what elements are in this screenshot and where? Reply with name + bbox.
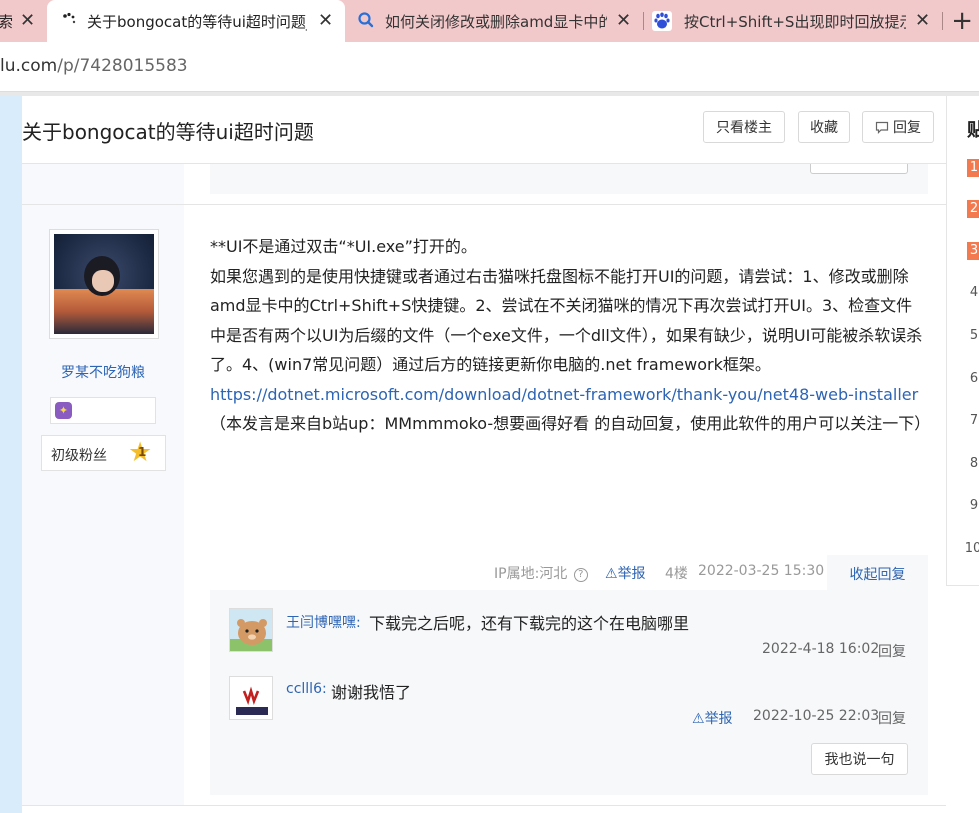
reply-time: 2022-4-18 16:02 <box>762 641 880 657</box>
post-line: **UI不是通过双击“*UI.exe”打开的。 <box>210 237 477 256</box>
reply-time: 2022-10-25 22:03 <box>753 708 880 724</box>
favorite-button[interactable]: 收藏 <box>798 111 850 143</box>
warning-icon: ⚠ <box>692 711 705 727</box>
reply-user[interactable]: cclll6: <box>286 681 327 697</box>
dotnet-link[interactable]: https://dotnet.microsoft.com/download/do… <box>210 385 918 404</box>
url-path: /p/7428015583 <box>57 56 188 76</box>
fan-level-badge[interactable]: 初级粉丝 ★ 1 <box>41 435 166 471</box>
post-paragraph: 如果您遇到的是使用快捷键或者通过右击猫咪托盘图标不能打开UI的问题，请尝试：1、… <box>210 262 925 410</box>
only-op-label: 只看楼主 <box>716 120 772 136</box>
reply-action[interactable]: 回复 <box>878 641 906 661</box>
post-text: 如果您遇到的是使用快捷键或者通过右击猫咪托盘图标不能打开UI的问题，请尝试：1、… <box>210 266 923 375</box>
browser-tab-search[interactable]: 索 ✕ <box>0 0 46 42</box>
rank-number: 1 <box>967 159 979 177</box>
rank-number: 5 <box>969 328 979 343</box>
warning-icon: ⚠ <box>605 566 618 582</box>
tab-separator <box>942 12 943 30</box>
address-bar[interactable]: lu.com/p/7428015583 <box>0 42 979 92</box>
medal-icon: ✦ <box>55 402 72 419</box>
browser-tab-bongocat[interactable]: 关于bongocat的等待ui超时问题_ ✕ <box>47 0 345 42</box>
post-content: **UI不是通过双击“*UI.exe”打开的。 如果您遇到的是使用快捷键或者通过… <box>210 232 931 439</box>
previous-say-button[interactable] <box>810 164 908 174</box>
report-label: 举报 <box>617 566 646 582</box>
favorite-label: 收藏 <box>810 120 838 136</box>
search-icon <box>357 11 375 29</box>
tab-title: 关于bongocat的等待ui超时问题_ <box>87 13 307 31</box>
url-host: lu.com <box>0 56 58 76</box>
browser-tab-bar: 索 ✕ 关于bongocat的等待ui超时问题_ ✕ 如何关闭修改或删除amd显… <box>0 0 979 42</box>
page-left-background <box>0 96 22 813</box>
browser-tab-amd[interactable]: 如何关闭修改或删除amd显卡中的 ✕ <box>345 0 642 42</box>
post-time: 2022-03-25 15:30 <box>698 563 825 579</box>
url-text[interactable]: lu.com/p/7428015583 <box>0 56 188 76</box>
browser-tab-ctrl-shift-s[interactable]: 按Ctrl+Shift+S出现即时回放提示 ✕ <box>644 0 941 42</box>
reply-avatar[interactable] <box>229 676 273 720</box>
ip-location: IP属地:河北 ? <box>494 563 588 583</box>
ip-text: IP属地:河北 <box>494 566 568 582</box>
rank-number: 7 <box>969 413 979 428</box>
reply-text: 下载完之后呢，还有下载完的这个在电脑哪里 <box>369 614 690 633</box>
help-icon[interactable]: ? <box>573 568 588 582</box>
floor-number: 4楼 <box>665 566 688 582</box>
level-number: 1 <box>138 445 147 459</box>
thread-title: 关于bongocat的等待ui超时问题 <box>22 120 314 144</box>
rank-number: 6 <box>969 371 979 386</box>
sidebar-title: 贴 <box>967 120 979 141</box>
post-author-column: 罗某不吃狗粮 ✦ 初级粉丝 ★ 1 <box>22 205 184 805</box>
rank-number: 10 <box>964 541 979 556</box>
close-tab-icon[interactable]: ✕ <box>616 10 631 31</box>
hot-threads-sidebar: 贴 1 2 3 4 5 6 7 8 9 10 <box>946 96 979 586</box>
collapse-reply-label: 收起回复 <box>849 566 906 583</box>
baidu-paw-icon <box>652 11 672 31</box>
report-label: 举报 <box>704 711 733 727</box>
thread-title-bar: 关于bongocat的等待ui超时问题 只看楼主 收藏 回复 <box>22 96 946 164</box>
report-link[interactable]: ⚠举报 <box>692 708 733 728</box>
close-tab-icon[interactable]: ✕ <box>20 10 35 31</box>
close-tab-icon[interactable]: ✕ <box>915 10 930 31</box>
reply-user[interactable]: 王闫博嘿嘿: <box>286 612 361 632</box>
reply-action[interactable]: 回复 <box>878 708 906 728</box>
tab-title: 索 <box>0 13 14 31</box>
previous-post-author-column <box>22 164 184 204</box>
close-tab-icon[interactable]: ✕ <box>318 10 333 31</box>
avatar-image <box>54 234 154 334</box>
post-footer-note: （本发言是来自b站up：MMmmmoko-想要画得好看 的自动回复，使用此软件的… <box>210 414 931 433</box>
author-avatar[interactable] <box>49 229 159 339</box>
rank-number: 3 <box>967 242 979 260</box>
rank-number: 8 <box>969 456 979 471</box>
lzl-reply-panel: 王闫博嘿嘿: 下载完之后呢，还有下载完的这个在电脑哪里 2022-4-18 16… <box>210 590 928 795</box>
new-tab-icon[interactable]: + <box>951 6 973 36</box>
member-badge[interactable]: ✦ <box>50 397 156 424</box>
tab-title: 按Ctrl+Shift+S出现即时回放提示 <box>684 13 906 31</box>
say-something-button[interactable]: 我也说一句 <box>811 743 908 775</box>
comment-icon <box>875 121 889 134</box>
reply-avatar[interactable] <box>229 608 273 652</box>
say-something-label: 我也说一句 <box>824 752 895 768</box>
reply-text: 谢谢我悟了 <box>331 683 412 702</box>
rank-number: 2 <box>967 200 979 218</box>
loading-spinner-icon <box>61 12 77 28</box>
rank-number: 4 <box>969 285 979 300</box>
rank-number: 9 <box>969 498 979 513</box>
post-bottom-divider <box>22 805 946 806</box>
reply-button[interactable]: 回复 <box>862 111 934 143</box>
reply-label: 回复 <box>893 120 921 136</box>
author-name[interactable]: 罗某不吃狗粮 <box>22 362 184 382</box>
level-title: 初级粉丝 <box>51 448 107 464</box>
collapse-reply-button[interactable]: 收起回复 <box>827 555 928 592</box>
tab-title: 如何关闭修改或删除amd显卡中的 <box>385 13 607 31</box>
report-link[interactable]: ⚠举报 <box>605 563 646 583</box>
only-op-button[interactable]: 只看楼主 <box>703 111 785 143</box>
